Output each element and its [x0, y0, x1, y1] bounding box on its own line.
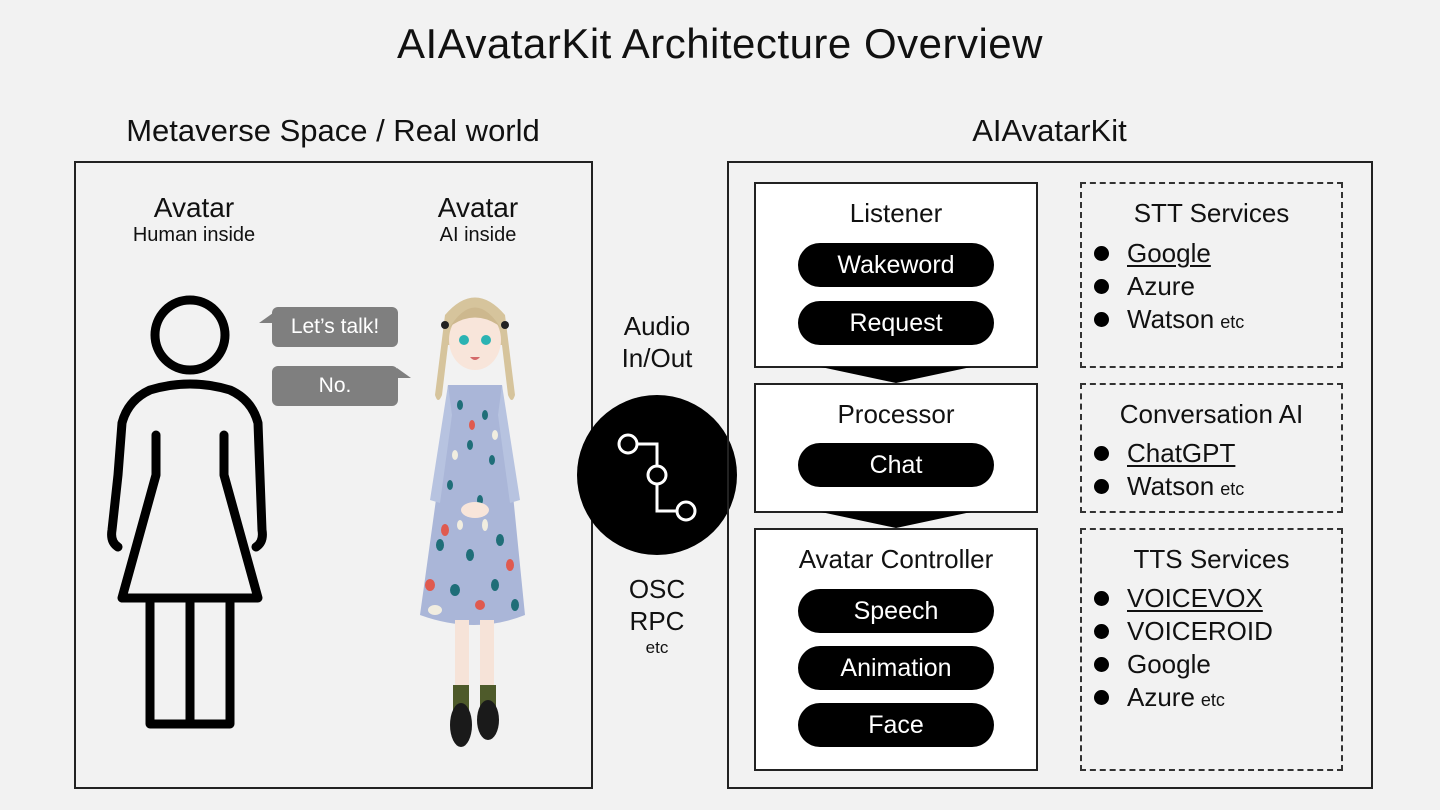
pill-animation: Animation: [798, 646, 994, 690]
ai-avatar-label: Avatar: [437, 192, 519, 223]
pill-wakeword: Wakeword: [798, 243, 994, 287]
conv-item-watson: Watson etc: [1094, 470, 1244, 503]
module-controller-title: Avatar Controller: [798, 544, 994, 574]
human-avatar-label: Avatar: [153, 192, 235, 223]
stt-item-azure: Azure: [1094, 270, 1244, 303]
bullet-icon: [1094, 690, 1109, 705]
ai-avatar-image: [420, 297, 525, 747]
arrow-listener-to-processor: [821, 367, 971, 383]
diagram-title: AIAvatarKit Architecture Overview: [397, 20, 1043, 67]
stt-list: Google Azure Watson etc: [1094, 237, 1244, 336]
speech-bubble-human-text: Let’s talk!: [290, 315, 380, 338]
human-avatar-heading: Avatar Human inside: [94, 192, 294, 247]
bullet-icon: [1094, 279, 1109, 294]
connector-protocol-label: OSC RPC etc: [577, 573, 737, 659]
flow-nodes-icon: [577, 395, 737, 555]
protocol-etc: etc: [645, 638, 669, 657]
right-section-title: AIAvatarKit: [972, 113, 1127, 148]
stt-item-google[interactable]: Google: [1094, 237, 1244, 270]
tts-google-text: Google: [1127, 649, 1211, 679]
speech-bubble-ai: No.: [272, 366, 411, 406]
bullet-icon: [1094, 591, 1109, 606]
pill-chat: Chat: [798, 443, 994, 487]
tts-item-voicevox[interactable]: VOICEVOX: [1094, 582, 1273, 615]
conversation-ai-title: Conversation AI: [1119, 399, 1304, 429]
bullet-icon: [1094, 446, 1109, 461]
ai-avatar-sublabel: AI inside: [439, 224, 517, 246]
tts-title: TTS Services: [1133, 544, 1290, 574]
conv-chatgpt-link[interactable]: ChatGPT: [1127, 437, 1235, 470]
service-box-stt: STT Services Google Azure Watson etc: [1080, 182, 1343, 368]
tts-item-azure: Azure etc: [1094, 681, 1273, 714]
tts-list: VOICEVOX VOICEROID Google Azure etc: [1094, 582, 1273, 714]
pill-speech: Speech: [798, 589, 994, 633]
arrow-processor-to-controller: [821, 512, 971, 528]
conversation-ai-list: ChatGPT Watson etc: [1094, 437, 1244, 503]
stt-item-watson: Watson etc: [1094, 303, 1244, 336]
person-outline-icon: [107, 295, 267, 729]
osc-line: OSC: [628, 574, 686, 604]
bullet-icon: [1094, 624, 1109, 639]
rpc-line: RPC: [629, 606, 685, 636]
conv-item-chatgpt[interactable]: ChatGPT: [1094, 437, 1244, 470]
stt-watson-text: Watson: [1127, 304, 1215, 334]
module-listener-title: Listener: [849, 198, 943, 228]
tts-item-voiceroid: VOICEROID: [1094, 615, 1273, 648]
tts-azure-text: Azure: [1127, 682, 1195, 712]
module-listener: Listener Wakeword Request: [754, 182, 1038, 368]
connector-audio-label: Audio In/Out: [577, 310, 737, 374]
module-avatar-controller: Avatar Controller Speech Animation Face: [754, 528, 1038, 771]
in-out-line: In/Out: [621, 343, 693, 373]
tts-etc: etc: [1200, 690, 1225, 710]
bullet-icon: [1094, 479, 1109, 494]
speech-bubble-ai-text: No.: [318, 374, 352, 397]
stt-azure-text: Azure: [1127, 271, 1195, 301]
conv-watson-text: Watson: [1127, 471, 1215, 501]
stt-google-link[interactable]: Google: [1127, 237, 1211, 270]
audio-line: Audio: [623, 311, 691, 341]
ai-avatar-heading: Avatar AI inside: [378, 192, 578, 247]
bullet-icon: [1094, 246, 1109, 261]
conv-etc: etc: [1220, 479, 1245, 499]
module-processor-title: Processor: [837, 399, 955, 429]
speech-bubble-human: Let’s talk!: [259, 307, 398, 347]
service-box-tts: TTS Services VOICEVOX VOICEROID Google A…: [1080, 528, 1343, 771]
left-section-title: Metaverse Space / Real world: [126, 113, 540, 148]
bullet-icon: [1094, 657, 1109, 672]
human-avatar-sublabel: Human inside: [132, 224, 256, 246]
tts-item-google: Google: [1094, 648, 1273, 681]
service-box-conversation-ai: Conversation AI ChatGPT Watson etc: [1080, 383, 1343, 513]
stt-etc: etc: [1220, 312, 1245, 332]
tts-voicevox-link[interactable]: VOICEVOX: [1127, 582, 1263, 615]
bullet-icon: [1094, 312, 1109, 327]
pill-face: Face: [798, 703, 994, 747]
tts-voiceroid-text: VOICEROID: [1127, 616, 1273, 646]
stt-title: STT Services: [1133, 198, 1290, 228]
pill-request: Request: [798, 301, 994, 345]
module-processor: Processor Chat: [754, 383, 1038, 513]
